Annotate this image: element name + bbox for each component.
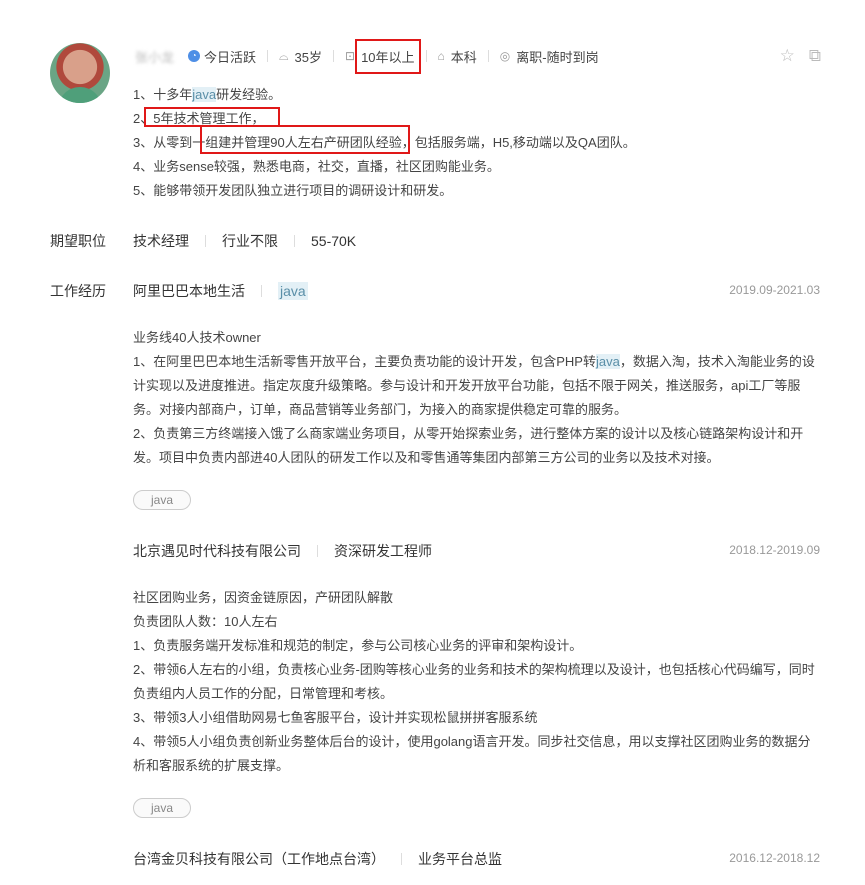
job-header: 台湾金贝科技有限公司（工作地点台湾） 业务平台总监 (133, 849, 502, 869)
candidate-name: 张小龙 (135, 49, 175, 65)
highlight-box (200, 125, 410, 154)
job-period: 2018.12-2019.09 (729, 543, 820, 557)
company-name: 台湾金贝科技有限公司（工作地点台湾） (133, 851, 385, 867)
highlight-box (144, 107, 280, 127)
summary-line: 5、能够带领开发团队独立进行项目的调研设计和研发。 (133, 183, 453, 198)
job-period: 2016.12-2018.12 (729, 851, 820, 865)
expect-row: 技术经理 行业不限 55-70K (133, 231, 356, 251)
company-name: 北京遇见时代科技有限公司 (133, 543, 301, 559)
job-description: 社区团购业务，因资金链原因，产研团队解散 负责团队人数：10人左右 1、负责服务… (133, 590, 815, 773)
star-icon[interactable]: ☆ (780, 46, 795, 66)
calendar-icon: ⌓ (279, 48, 289, 63)
active-status: ◔ 今日活跃 (188, 47, 256, 66)
job-title: 业务平台总监 (418, 851, 502, 867)
summary-line: 1、十多年java研发经验。 (133, 87, 282, 102)
expect-industry: 行业不限 (222, 233, 278, 249)
header-actions: ☆ ⧉ (780, 46, 821, 66)
briefcase-icon: ⊡ (345, 49, 356, 63)
skill-tag: java (133, 490, 191, 510)
work-label: 工作经历 (50, 283, 106, 299)
job-title: java (278, 282, 308, 300)
clock-icon: ◔ (188, 50, 201, 62)
job-header: 阿里巴巴本地生活 java (133, 281, 308, 301)
job-title: 资深研发工程师 (334, 543, 432, 559)
expect-position: 技术经理 (133, 233, 189, 249)
share-icon[interactable]: ⧉ (809, 46, 821, 66)
avatar (50, 43, 110, 103)
expect-salary: 55-70K (311, 233, 357, 249)
education: ⌂ 本科 (437, 49, 477, 65)
job-header: 北京遇见时代科技有限公司 资深研发工程师 (133, 541, 432, 561)
profile-meta: 张小龙 ◔ 今日活跃 ⌓ 35岁 ⊡ 10年以上 ⌂ 本科 ◎ 离职-随时到岗 (135, 38, 599, 74)
skill-tag: java (133, 798, 191, 818)
age: ⌓ 35岁 (279, 48, 322, 65)
user-icon: ◎ (499, 49, 511, 63)
job-status: ◎ 离职-随时到岗 (499, 49, 599, 65)
job-period: 2019.09-2021.03 (729, 283, 820, 297)
expect-label: 期望职位 (50, 233, 106, 249)
job-description: 业务线40人技术owner 1、在阿里巴巴本地生活新零售开放平台，主要负责功能的… (133, 330, 815, 465)
work-years: ⊡ 10年以上 (345, 38, 421, 74)
summary-line: 4、业务sense较强，熟悉电商，社交，直播，社区团购能业务。 (133, 159, 500, 174)
graduation-cap-icon: ⌂ (437, 49, 445, 63)
company-name: 阿里巴巴本地生活 (133, 283, 245, 299)
